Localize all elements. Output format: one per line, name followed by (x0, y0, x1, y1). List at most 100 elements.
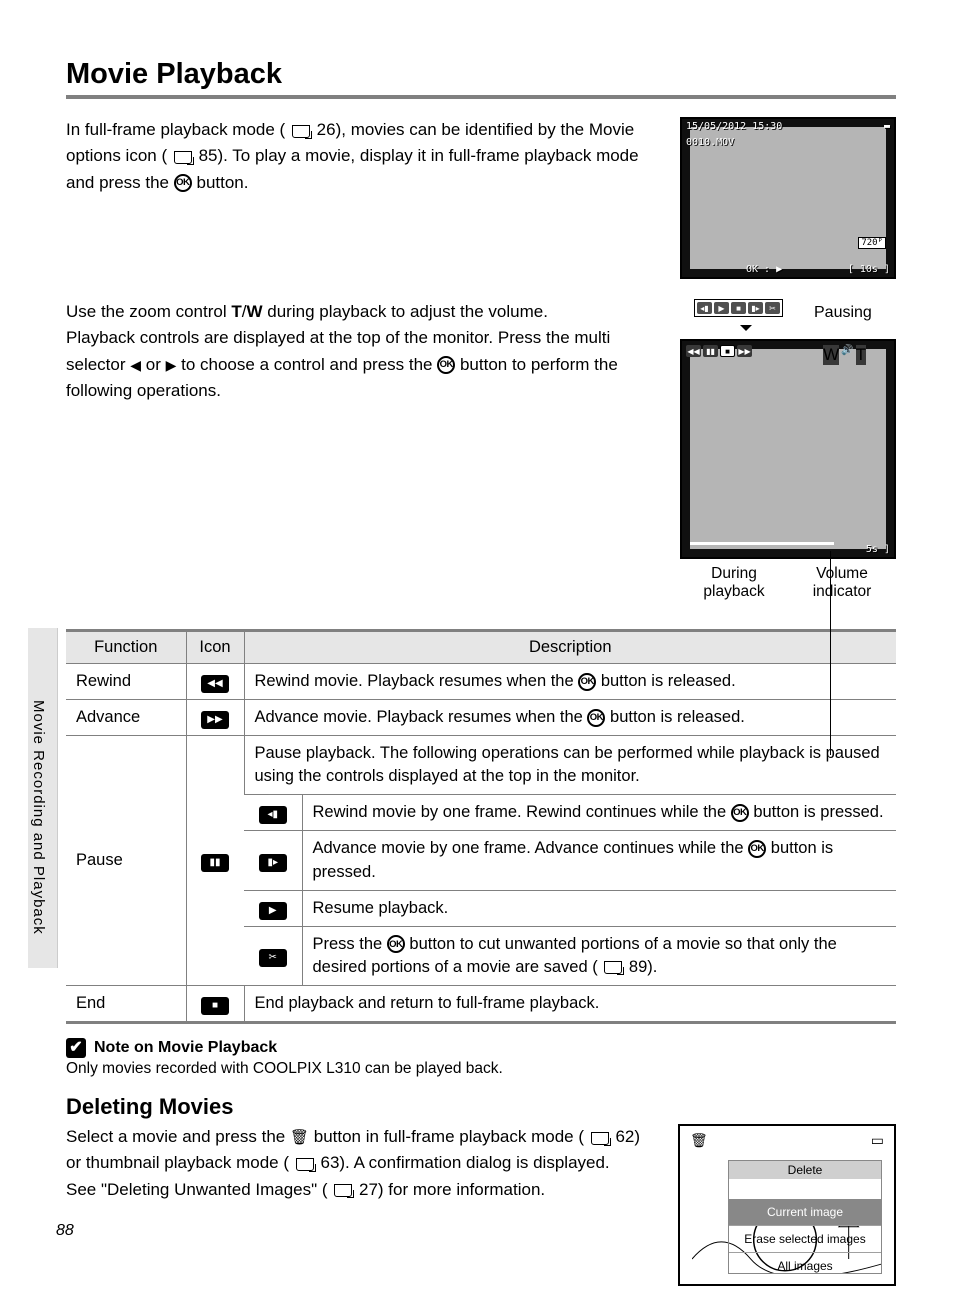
note-heading: ✔ Note on Movie Playback (66, 1038, 896, 1058)
zoom-t: T (231, 302, 241, 321)
screen-datetime: 15/05/2012 15:30 (686, 121, 782, 132)
manual-page: Movie Recording and Playback 88 Movie Pl… (0, 0, 954, 1314)
note-title: Note on Movie Playback (94, 1039, 277, 1057)
right-arrow-icon (166, 358, 177, 372)
play-icon: ▶ (259, 902, 287, 920)
text: button. (196, 173, 248, 192)
ok-icon: OK (587, 709, 605, 727)
check-icon: ✔ (66, 1038, 86, 1058)
rewind-icon: ◀◀ (686, 345, 701, 357)
frame-advance-icon: ▮▸ (748, 302, 763, 314)
time-remaining: [ 10s ] (848, 264, 890, 275)
callout-arrow (740, 325, 752, 331)
pausing-label: Pausing (814, 304, 872, 322)
table-row: Rewind ◀◀ Rewind movie. Playback resumes… (66, 664, 896, 700)
intro-paragraph: In full-frame playback mode ( 26), movie… (66, 117, 656, 279)
trash-icon (290, 1130, 309, 1145)
advance-icon: ▶▶ (737, 345, 752, 357)
book-icon (174, 151, 192, 164)
ok-icon: OK (174, 174, 192, 192)
zoom-w: W (246, 302, 262, 321)
book-icon (591, 1132, 609, 1145)
deleting-heading: Deleting Movies (66, 1094, 896, 1120)
book-icon (296, 1158, 314, 1171)
text: during playback to adjust the volume. (267, 302, 548, 321)
fn-desc: Pause playback. The following operations… (244, 736, 896, 795)
battery-icon: ▭ (871, 1132, 884, 1149)
w-icon: W (823, 345, 839, 365)
trash-icon: 🗑 (690, 1132, 708, 1149)
note-body: Only movies recorded with COOLPIX L310 c… (66, 1060, 896, 1078)
speaker-icon: 🔊 (841, 345, 853, 365)
fn-name: End (66, 985, 186, 1022)
frame-rewind-icon: ◂▮ (697, 302, 712, 314)
delete-paragraph: Select a movie and press the button in f… (66, 1124, 654, 1286)
cut-icon: ✂ (765, 302, 780, 314)
book-icon (604, 961, 622, 974)
pausing-callout-bar: ◂▮ ▶ ■ ▮▸ ✂ (694, 299, 783, 317)
delete-menu-title: Delete (729, 1161, 881, 1179)
fn-name: Advance (66, 700, 186, 736)
text: button is released. (610, 708, 745, 726)
cut-icon: ✂ (259, 949, 287, 967)
text: button in full-frame playback mode ( (314, 1127, 584, 1146)
table-row: Advance ▶▶ Advance movie. Playback resum… (66, 700, 896, 736)
page-number: 88 (56, 1222, 74, 1240)
text: Select a movie and press the (66, 1127, 290, 1146)
pause-icon: ▮▮ (703, 345, 718, 357)
text: Press the (313, 935, 387, 953)
audio-indicator: W 🔊 T (823, 345, 866, 365)
left-arrow-icon (130, 358, 141, 372)
delete-dialog-screen: 🗑 ▭ Delete Current image Erase selected … (678, 1124, 896, 1286)
camera-screen-preview: 15/05/2012 15:30 ▬ 0010.MOV 720ᴾ OK : ▶ … (680, 117, 896, 279)
pause-sub-table: ◂▮ Rewind movie by one frame. Rewind con… (244, 795, 896, 985)
text: Resume playback. (302, 890, 896, 926)
ok-icon: OK (748, 840, 766, 858)
play-icon: ▶ (714, 302, 729, 314)
text: to choose a control and press the (181, 355, 437, 374)
screen2-captions: During playback Volume indicator (680, 565, 896, 601)
resolution-badge: 720ᴾ (858, 237, 886, 249)
stop-icon: ■ (731, 302, 746, 314)
th-function: Function (66, 631, 186, 664)
table-row: Pause ▮▮ Pause playback. The following o… (66, 736, 896, 795)
fn-name: Rewind (66, 664, 186, 700)
text: Rewind movie. Playback resumes when the (255, 672, 579, 690)
advance-icon: ▶▶ (201, 711, 229, 729)
book-icon (292, 125, 310, 138)
fn-desc: Advance movie. Playback resumes when the… (244, 700, 896, 736)
table-row: End ■ End playback and return to full-fr… (66, 985, 896, 1022)
progress-bar (690, 542, 834, 545)
text: 63). A confirmation dialog is displayed. (320, 1153, 609, 1172)
ok-play-hint: OK : ▶ (746, 264, 782, 275)
ok-icon: OK (387, 935, 405, 953)
ok-icon: OK (731, 804, 749, 822)
frame-advance-icon: ▮▸ (259, 854, 287, 872)
volume-callout-line (830, 551, 831, 755)
text: In full-frame playback mode ( (66, 120, 285, 139)
page-title: Movie Playback (66, 58, 896, 91)
volume-indicator-label: Volume indicator (788, 565, 896, 601)
book-icon (334, 1184, 352, 1197)
delete-opt-all: All images (729, 1252, 881, 1279)
delete-opt-erase: Erase selected images (729, 1225, 881, 1252)
side-section-label: Movie Recording and Playback (30, 700, 47, 935)
text: 89). (629, 958, 657, 976)
rewind-icon: ◀◀ (201, 675, 229, 693)
during-playback-label: During playback (680, 565, 788, 601)
ok-icon: OK (437, 356, 455, 374)
t-icon: T (856, 345, 866, 365)
text: Advance movie. Playback resumes when the (255, 708, 588, 726)
th-icon: Icon (186, 631, 244, 664)
text: Use the zoom control (66, 302, 231, 321)
stop-icon: ■ (201, 997, 229, 1015)
text: button is pressed. (753, 803, 883, 821)
th-description: Description (244, 631, 896, 664)
delete-menu: Delete Current image Erase selected imag… (728, 1160, 882, 1274)
fn-desc: End playback and return to full-frame pl… (244, 985, 896, 1022)
text: Advance movie by one frame. Advance cont… (313, 839, 749, 857)
camera-screen-playback: ◀◀ ▮▮ ■ ▶▶ W 🔊 T 5s ] (680, 339, 896, 559)
frame-rewind-icon: ◂▮ (259, 806, 287, 824)
text: button is released. (601, 672, 736, 690)
battery-icon: ▬ (884, 121, 890, 132)
